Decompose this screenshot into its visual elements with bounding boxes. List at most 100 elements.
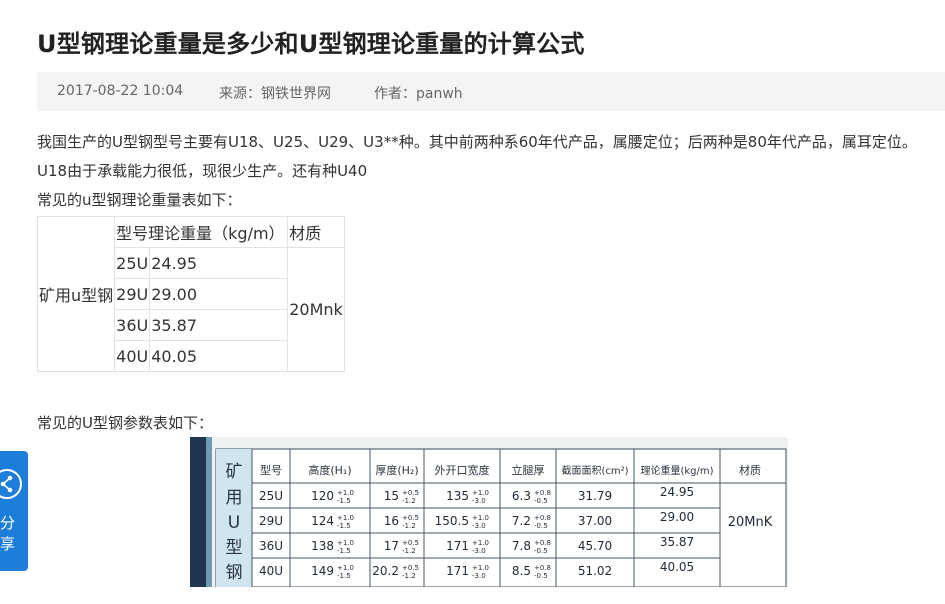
weight-cell: 40.05: [149, 340, 289, 372]
side-char: 矿: [226, 462, 243, 482]
photo-leg: 7.8: [512, 539, 531, 553]
photo-thickness-tol-lower: -1.2: [402, 497, 416, 505]
photo-height-tol-upper: +1.0: [337, 539, 354, 547]
share-button[interactable]: 分享: [0, 451, 28, 571]
photo-model: 36U: [259, 539, 283, 553]
photo-height-tol-lower: -1.5: [337, 572, 351, 580]
photo-svg: 矿 用 U 型 钢 型号 高度(H₁) 厚度(H₂) 外开口宽度 立腿厚 截面面…: [190, 437, 788, 587]
article-source[interactable]: 来源：钢铁世界网: [219, 83, 331, 103]
material-cell: 20Mnk: [287, 247, 345, 372]
photo-width: 150.5: [435, 514, 469, 528]
photo-width-tol-upper: +1.0: [472, 489, 489, 497]
article-body: 我国生产的U型钢型号主要有U18、U25、U29、U3**种。其中前两种系60年…: [36, 128, 939, 372]
weight-cell: 24.95: [149, 247, 289, 279]
photo-width-tol-lower: -3.0: [472, 497, 486, 505]
weight-table-lead: 常见的u型钢理论重量表如下：: [37, 191, 242, 209]
photo-dark-edge: [190, 437, 206, 587]
photo-height-tol-lower: -1.5: [337, 497, 351, 505]
article-meta-bar: 2017-08-22 10:04 来源：钢铁世界网 作者：panwh: [37, 72, 945, 111]
photo-thickness-tol-lower: -1.2: [402, 547, 416, 555]
photo-width-tol-upper: +1.0: [472, 514, 489, 522]
photo-thickness: 16: [384, 514, 399, 528]
photo-header: 材质: [739, 463, 761, 477]
photo-header: 外开口宽度: [435, 463, 490, 477]
photo-thickness-tol-lower: -1.2: [402, 522, 416, 530]
image-lead: 常见的U型钢参数表如下：: [37, 414, 213, 432]
photo-thickness-tol-lower: -1.2: [402, 572, 416, 580]
group-label-cell: 矿用u型钢: [36, 216, 116, 372]
share-label: 分享: [0, 514, 16, 553]
photo-model: 40U: [259, 564, 283, 578]
photo-side-label: 矿 用 U 型 钢: [226, 462, 243, 583]
photo-model: 29U: [259, 514, 283, 528]
photo-thickness-tol-upper: +0.5: [402, 564, 419, 572]
photo-thickness-tol-upper: +0.5: [402, 489, 419, 497]
side-char: U: [228, 513, 240, 533]
side-char: 用: [226, 488, 243, 508]
photo-leg: 8.5: [512, 564, 531, 578]
photo-thickness: 17: [384, 539, 399, 553]
photo-height: 120: [311, 489, 334, 503]
side-char: 钢: [226, 563, 243, 583]
side-char: 型: [226, 538, 243, 558]
model-cell: 40U: [114, 340, 151, 372]
photo-leg-tol-upper: +0.8: [534, 489, 551, 497]
photo-width-tol-lower: -3.0: [472, 572, 486, 580]
photo-height-tol-upper: +1.0: [337, 489, 354, 497]
photo-leg-tol-upper: +0.8: [534, 539, 551, 547]
photo-header: 型号: [260, 463, 282, 477]
photo-height: 138: [311, 539, 334, 553]
photo-height: 149: [311, 564, 334, 578]
photo-weight: 29.00: [660, 510, 694, 524]
model-cell: 29U: [114, 278, 151, 310]
photo-thickness: 15: [384, 489, 399, 503]
photo-material: 20MnK: [728, 515, 773, 530]
photo-width-tol-lower: -3.0: [472, 547, 486, 555]
photo-model: 25U: [259, 489, 283, 503]
weight-cell: 29.00: [149, 278, 289, 310]
photo-width-tol-lower: -3.0: [472, 522, 486, 530]
parameter-table-photo: 矿 用 U 型 钢 型号 高度(H₁) 厚度(H₂) 外开口宽度 立腿厚 截面面…: [190, 437, 788, 587]
header-model-weight: 型号理论重量（kg/m）: [114, 216, 289, 248]
photo-leg-tol-lower: -0.5: [534, 572, 548, 580]
photo-leg: 7.2: [512, 514, 531, 528]
table-row: 矿用u型钢 型号理论重量（kg/m） 材质: [36, 216, 345, 372]
photo-height-tol-upper: +1.0: [337, 564, 354, 572]
weight-cell: 35.87: [149, 309, 289, 341]
photo-leg-tol-upper: +0.8: [534, 564, 551, 572]
publish-date: 2017-08-22 10:04: [57, 83, 184, 99]
share-icon: [0, 469, 22, 499]
photo-leg-tol-lower: -0.5: [534, 522, 548, 530]
photo-area: 37.00: [578, 514, 612, 528]
photo-header: 厚度(H₂): [375, 463, 418, 477]
photo-leg-tol-upper: +0.8: [534, 514, 551, 522]
photo-area: 51.02: [578, 564, 612, 578]
photo-area: 31.79: [578, 489, 612, 503]
model-cell: 36U: [114, 309, 151, 341]
photo-header: 理论重量(kg/m): [640, 464, 713, 477]
photo-area: 45.70: [578, 539, 612, 553]
photo-weight: 24.95: [660, 485, 694, 499]
photo-thickness-tol-upper: +0.5: [402, 514, 419, 522]
photo-width: 171: [446, 539, 469, 553]
photo-width: 171: [446, 564, 469, 578]
photo-width-tol-upper: +1.0: [472, 539, 489, 547]
photo-height-tol-lower: -1.5: [337, 547, 351, 555]
weight-table: 矿用u型钢 型号理论重量（kg/m） 材质 25U 24.95 20Mnk 29…: [36, 216, 345, 372]
photo-height: 124: [311, 514, 334, 528]
photo-leg-tol-lower: -0.5: [534, 547, 548, 555]
photo-weight: 40.05: [660, 560, 694, 574]
article-author: 作者：panwh: [374, 86, 463, 102]
photo-width-tol-upper: +1.0: [472, 564, 489, 572]
photo-thickness-tol-upper: +0.5: [402, 539, 419, 547]
photo-binding: [206, 437, 212, 587]
photo-leg-tol-lower: -0.5: [534, 497, 548, 505]
photo-header: 立腿厚: [512, 463, 545, 477]
photo-thickness: 20.2: [372, 564, 399, 578]
photo-width: 135: [446, 489, 469, 503]
photo-header: 截面面积(cm²): [561, 464, 628, 477]
photo-weight: 35.87: [660, 535, 694, 549]
photo-height-tol-lower: -1.5: [337, 522, 351, 530]
photo-height-tol-upper: +1.0: [337, 514, 354, 522]
photo-header: 高度(H₁): [308, 463, 351, 477]
